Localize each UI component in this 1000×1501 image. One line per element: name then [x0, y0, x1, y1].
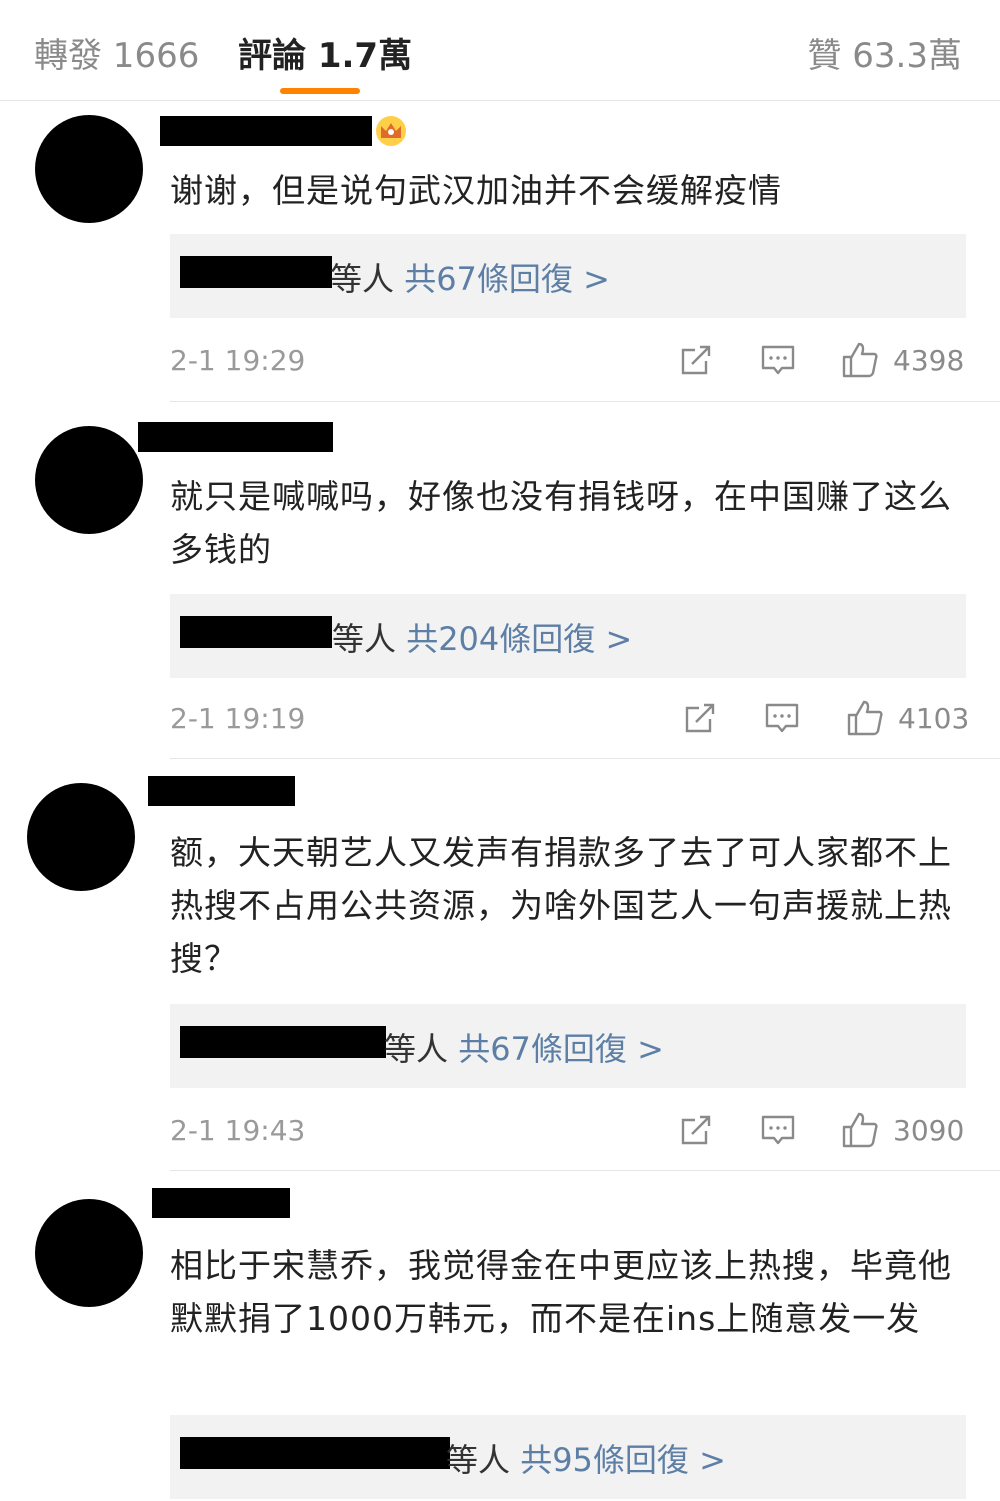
reply-suffix: 等人 [330, 260, 395, 298]
replier-redacted [180, 1437, 450, 1469]
username-redacted[interactable] [148, 776, 295, 806]
reply-preview[interactable]: 等人 共67條回復 > [170, 1004, 966, 1088]
reply-preview[interactable]: 等人 共67條回復 > [170, 234, 966, 318]
comment-text: 额，大天朝艺人又发声有捐款多了去了可人家都不上热搜不占用公共资源，为啥外国艺人一… [170, 833, 952, 978]
comment-item: 相比于宋慧乔，我觉得金在中更应该上热搜，毕竟他默默捐了1000万韩元，而不是在i… [0, 1171, 1000, 1501]
replier-redacted [180, 1026, 386, 1058]
share-icon[interactable] [678, 342, 714, 378]
comment-text: 谢谢，但是说句武汉加油并不会缓解疫情 [170, 171, 782, 210]
comment-text: 相比于宋慧乔，我觉得金在中更应该上热搜，毕竟他默默捐了1000万韩元，而不是在i… [170, 1246, 952, 1338]
active-tab-indicator [280, 88, 360, 94]
reply-suffix: 等人 [384, 1030, 449, 1068]
thumbs-up-icon[interactable] [840, 1110, 880, 1150]
comment-text: 就只是喊喊吗，好像也没有捐钱呀，在中国赚了这么多钱的 [170, 477, 952, 569]
avatar[interactable] [35, 1199, 143, 1307]
tab-likes[interactable]: 贊 63.3萬 [807, 28, 962, 77]
crown-icon [376, 116, 406, 146]
reply-count-link[interactable]: 共67條回復 > [458, 1030, 664, 1068]
username-redacted[interactable] [160, 116, 372, 146]
comment-tabs-bar: 轉發 1666 評論 1.7萬 贊 63.3萬 [0, 0, 1000, 101]
comment-item: 就只是喊喊吗，好像也没有捐钱呀，在中国赚了这么多钱的 等人 共204條回復 > … [0, 402, 1000, 759]
comment-time: 2-1 19:19 [170, 702, 306, 735]
comment-icon[interactable] [760, 342, 796, 378]
tab-comments[interactable]: 評論 1.7萬 [238, 28, 412, 77]
avatar[interactable] [35, 426, 143, 534]
reply-count-link[interactable]: 共204條回復 > [406, 620, 632, 658]
reply-preview[interactable]: 等人 共204條回復 > [170, 594, 966, 678]
reply-suffix: 等人 [446, 1441, 511, 1479]
like-count: 4103 [898, 702, 970, 735]
share-icon[interactable] [682, 700, 718, 736]
comment-time: 2-1 19:43 [170, 1114, 306, 1147]
reply-count-link[interactable]: 共67條回復 > [404, 260, 610, 298]
comment-item: 谢谢，但是说句武汉加油并不会缓解疫情 等人 共67條回復 > 2-1 19:29… [0, 100, 1000, 402]
thumbs-up-icon[interactable] [845, 698, 885, 738]
tab-reposts[interactable]: 轉發 1666 [34, 28, 199, 77]
share-icon[interactable] [678, 1112, 714, 1148]
reply-count-link[interactable]: 共95條回復 > [520, 1441, 726, 1479]
thumbs-up-icon[interactable] [840, 340, 880, 380]
comment-time: 2-1 19:29 [170, 344, 306, 377]
reply-suffix: 等人 [332, 620, 397, 658]
username-redacted[interactable] [138, 422, 333, 452]
comment-icon[interactable] [760, 1112, 796, 1148]
replier-redacted [180, 256, 332, 288]
like-count: 4398 [893, 344, 965, 377]
username-redacted[interactable] [152, 1188, 290, 1218]
reply-preview[interactable]: 等人 共95條回復 > [170, 1415, 966, 1499]
like-count: 3090 [893, 1114, 965, 1147]
comment-item: 额，大天朝艺人又发声有捐款多了去了可人家都不上热搜不占用公共资源，为啥外国艺人一… [0, 759, 1000, 1171]
comment-icon[interactable] [764, 700, 800, 736]
avatar[interactable] [35, 115, 143, 223]
replier-redacted [180, 616, 332, 648]
avatar[interactable] [27, 783, 135, 891]
